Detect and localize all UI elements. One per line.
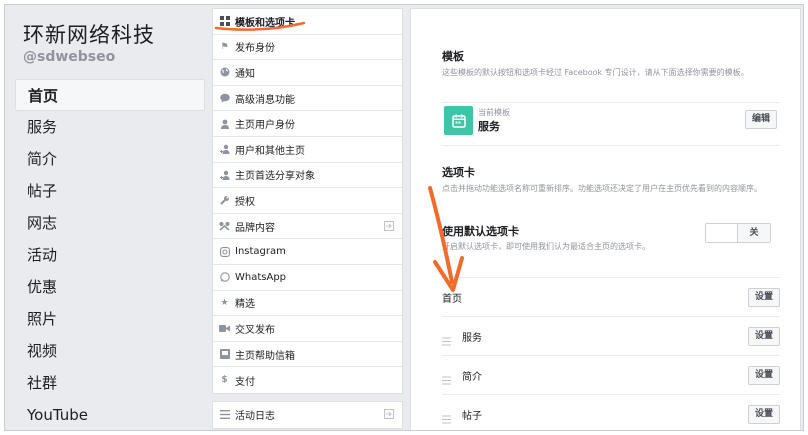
page-name: 环新网络科技 (23, 23, 155, 47)
video-camera-icon (219, 323, 230, 334)
globe-icon (219, 67, 230, 78)
menu-item-authorizations[interactable]: 授权 (213, 188, 402, 214)
dollar-icon: $ (221, 375, 228, 386)
nav-item-community[interactable]: 社群 (15, 367, 205, 399)
menu-item-payments[interactable]: $ 支付 (213, 367, 402, 393)
nav-item-services[interactable]: 服务 (15, 111, 205, 143)
nav-item-offers[interactable]: 优惠 (15, 271, 205, 303)
current-template-label: 当前模板 (478, 108, 510, 117)
tabs-section-title: 选项卡 (442, 166, 475, 179)
page-nav: 首页 服务 简介 帖子 网志 活动 优惠 照片 视频 社群 YouTube (15, 79, 205, 430)
calendar-icon (444, 106, 473, 135)
instagram-icon (219, 246, 230, 257)
menu-item-label: 模板和选项卡 (235, 17, 295, 29)
menu-item-templates-tabs[interactable]: 模板和选项卡 (213, 9, 402, 35)
menu-item-publishing-identity[interactable]: ⚑ 发布身份 (213, 35, 402, 61)
tab-row-about[interactable]: 简介 设置 (442, 355, 780, 394)
nav-item-about[interactable]: 简介 (15, 143, 205, 175)
tab-name: 服务 (462, 333, 482, 344)
tab-row-services[interactable]: 服务 设置 (442, 316, 780, 355)
wrench-icon (219, 195, 230, 206)
grid-icon (219, 16, 230, 27)
menu-item-activity-log[interactable]: 活动日志 (213, 402, 402, 428)
menu-item-label: 主页用户身份 (235, 120, 295, 132)
menu-item-label: 通知 (235, 68, 255, 80)
menu-item-label: 主页帮助信箱 (235, 350, 295, 362)
tab-settings-button[interactable]: 设置 (747, 366, 780, 385)
drag-handle-icon[interactable] (442, 370, 451, 385)
template-section-desc: 这些模板的默认按钮和选项卡经过 Facebook 专门设计，请从下面选择你需要的… (442, 68, 749, 77)
person-plus-icon (219, 169, 230, 180)
menu-item-label: 支付 (235, 376, 255, 388)
menu-item-label: 发布身份 (235, 43, 275, 55)
speech-bubble-icon (219, 93, 230, 104)
tab-settings-button[interactable]: 设置 (747, 327, 780, 346)
external-link-icon (384, 220, 394, 231)
tab-name: 帖子 (462, 411, 482, 422)
nav-item-photos[interactable]: 照片 (15, 303, 205, 335)
nav-item-youtube[interactable]: YouTube (15, 399, 205, 430)
menu-item-label: 高级消息功能 (235, 94, 295, 106)
nav-item-home[interactable]: 首页 (15, 79, 205, 111)
tab-row-home[interactable]: 首页 设置 (442, 277, 780, 316)
menu-item-page-roles[interactable]: 主页用户身份 (213, 111, 402, 137)
inbox-icon (219, 349, 230, 360)
external-link-icon (384, 408, 394, 419)
default-tabs-toggle[interactable]: 关 (705, 223, 771, 243)
settings-menu: 模板和选项卡 ⚑ 发布身份 通知 高级消息功能 主页用户身份 用户和其他主页 主… (212, 8, 403, 429)
menu-item-label: Instagram (235, 246, 286, 258)
default-tabs-title: 使用默认选项卡 (442, 225, 519, 238)
edit-template-button[interactable]: 编辑 (744, 110, 777, 129)
whatsapp-icon (219, 272, 230, 283)
tab-row-posts[interactable]: 帖子 设置 (442, 394, 780, 430)
page-username[interactable]: @sdwebseo (23, 49, 115, 65)
nav-item-events[interactable]: 活动 (15, 239, 205, 271)
menu-item-label: 用户和其他主页 (235, 145, 305, 157)
current-template-name: 服务 (478, 120, 500, 133)
menu-item-notifications[interactable]: 通知 (213, 60, 402, 86)
drag-handle-icon[interactable] (442, 331, 451, 346)
menu-item-label: 品牌内容 (235, 222, 275, 234)
menu-item-label: 授权 (235, 196, 255, 208)
facebook-page-settings-window: 环新网络科技 @sdwebseo 首页 服务 简介 帖子 网志 活动 优惠 照片… (4, 4, 804, 431)
menu-item-support-inbox[interactable]: 主页帮助信箱 (213, 342, 402, 368)
tab-settings-button[interactable]: 设置 (747, 288, 780, 307)
templates-tabs-panel: 模板 这些模板的默认按钮和选项卡经过 Facebook 专门设计，请从下面选择你… (410, 8, 801, 430)
tab-settings-button[interactable]: 设置 (747, 405, 780, 424)
nav-item-posts[interactable]: 帖子 (15, 175, 205, 207)
tab-name: 简介 (462, 372, 482, 383)
menu-item-label: 精选 (235, 299, 255, 311)
people-icon (219, 144, 230, 155)
menu-item-crossposting[interactable]: 交叉发布 (213, 316, 402, 342)
handshake-icon (219, 221, 230, 232)
menu-item-advanced-messaging[interactable]: 高级消息功能 (213, 86, 402, 112)
toggle-off-label: 关 (737, 224, 770, 242)
tabs-section-desc: 点击并拖动功能选项名称可重新排序。功能选项还决定了用户在主页优先看到的内容顺序。 (442, 184, 762, 193)
person-icon (219, 118, 230, 129)
menu-item-label: 主页首选分享对象 (235, 171, 315, 183)
template-section-title: 模板 (442, 50, 464, 63)
default-tabs-desc: 开启默认选项卡，即可使用我们认为最适合主页的选项卡。 (442, 242, 650, 251)
menu-item-instagram[interactable]: Instagram (213, 239, 402, 265)
list-icon (219, 409, 230, 420)
menu-item-preferred-audience[interactable]: 主页首选分享对象 (213, 163, 402, 189)
menu-item-featured[interactable]: ★ 精选 (213, 291, 402, 317)
menu-item-branded-content[interactable]: 品牌内容 (213, 214, 402, 240)
current-template: 当前模板 服务 编辑 (442, 102, 780, 146)
menu-item-whatsapp[interactable]: WhatsApp (213, 265, 402, 291)
menu-item-people-other-pages[interactable]: 用户和其他主页 (213, 137, 402, 163)
tab-name: 首页 (442, 294, 462, 305)
star-icon: ★ (220, 297, 229, 308)
page-sidebar: 环新网络科技 @sdwebseo 首页 服务 简介 帖子 网志 活动 优惠 照片… (5, 5, 211, 430)
menu-item-label: 活动日志 (235, 411, 275, 423)
drag-handle-icon[interactable] (442, 409, 451, 424)
flag-icon: ⚑ (220, 41, 229, 52)
nav-item-blog[interactable]: 网志 (15, 207, 205, 239)
nav-item-videos[interactable]: 视频 (15, 335, 205, 367)
menu-item-label: WhatsApp (235, 271, 287, 283)
menu-item-label: 交叉发布 (235, 324, 275, 336)
